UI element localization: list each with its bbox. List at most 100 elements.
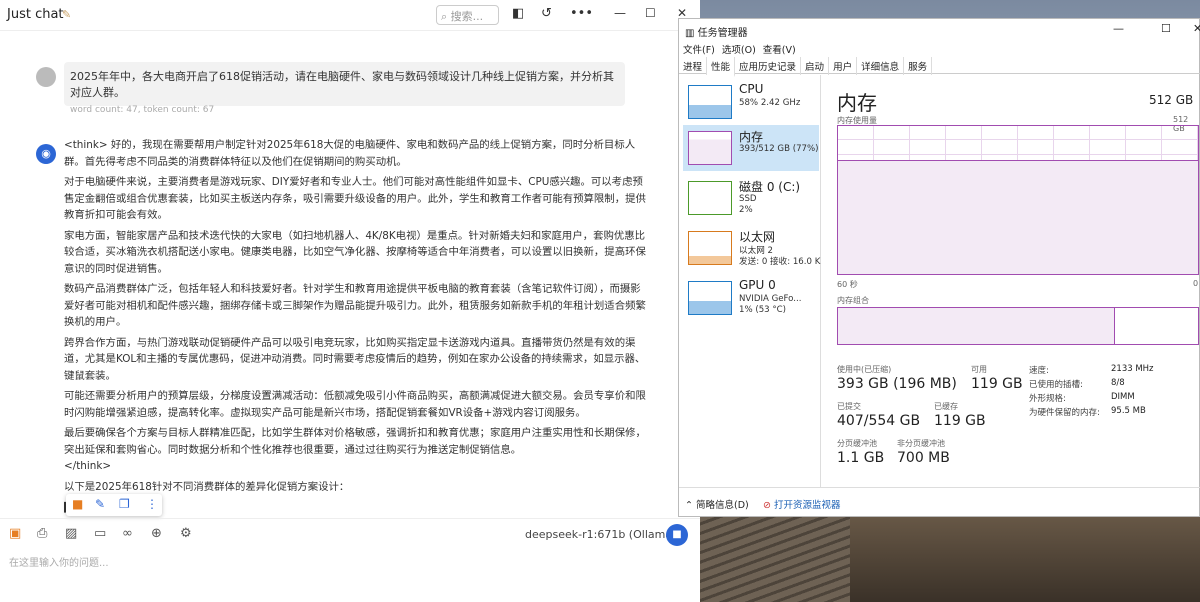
resource-memory[interactable]: 内存 393/512 GB (77%) <box>683 125 819 171</box>
resource-stat-2: 2% <box>739 205 753 215</box>
search-input[interactable]: ⌕ 搜索... <box>436 5 499 25</box>
composition-label: 内存组合 <box>837 296 869 305</box>
footer: ⌃ 简略信息(D) ⊘ 打开资源监视器 <box>679 487 1200 517</box>
tab-processes[interactable]: 进程 <box>679 57 708 75</box>
memory-thumbnail <box>688 131 732 165</box>
hw-reserved-label: 为硬件保留的内存: <box>1029 408 1100 418</box>
resource-stat: NVIDIA GeFo... <box>739 294 802 304</box>
resource-ethernet[interactable]: 以太网 以太网 2 发送: 0 接收: 16.0 K <box>683 225 820 271</box>
prompt-icon[interactable]: ▣ <box>9 526 21 541</box>
edit-title-icon[interactable]: ✎ <box>62 8 71 21</box>
folder-icon[interactable]: ▭ <box>94 526 106 541</box>
slots-label: 已使用的插槽: <box>1029 380 1083 390</box>
open-resource-monitor-link[interactable]: ⊘ 打开资源监视器 <box>763 497 841 511</box>
menu-view[interactable]: 查看(V) <box>763 45 796 56</box>
tab-startup[interactable]: 启动 <box>801 57 830 75</box>
committed-label: 已提交 <box>837 402 861 411</box>
menu-options[interactable]: 选项(O) <box>722 45 756 56</box>
slots-value: 8/8 <box>1111 378 1125 388</box>
bot-paragraph: 最后要确保各个方案与目标人群精准匹配，比如学生群体对价格敏感，强调折扣和教育优惠… <box>64 427 646 472</box>
resource-name: 磁盘 0 (C:) <box>739 180 801 194</box>
tab-app-history[interactable]: 应用历史记录 <box>735 57 802 75</box>
resource-name: GPU 0 <box>739 278 776 292</box>
bot-message: <think> 好的，我现在需要帮用户制定针对2025年618大促的电脑硬件、家… <box>64 137 646 522</box>
tm-maximize-icon[interactable]: ☐ <box>1161 22 1171 35</box>
nonpaged-pool-label: 非分页缓冲池 <box>897 439 945 448</box>
model-name: deepseek-r1:671b (Ollama) <box>525 528 677 541</box>
bot-paragraph: 可能还需要分析用户的预算层级，分梯度设置满减活动：低额减免吸引小件商品购买，高额… <box>64 390 646 419</box>
file-icon[interactable]: ⎙ <box>37 526 47 541</box>
link-icon[interactable]: ∞ <box>122 526 133 541</box>
memory-composition-bar <box>837 307 1199 345</box>
in-use-value: 393 GB (196 MB) <box>837 376 957 392</box>
wallpaper-boardwalk <box>700 516 850 602</box>
bot-paragraph: 对于电脑硬件来说，主要消费者是游戏玩家、DIY爱好者和专业人士。他们可能对高性能… <box>64 176 646 221</box>
available-value: 119 GB <box>971 376 1023 392</box>
edit-icon[interactable]: ✎ <box>95 497 105 511</box>
resource-cpu[interactable]: CPU 58% 2.42 GHz <box>683 79 819 125</box>
stop-icon[interactable]: ■ <box>72 497 83 511</box>
settings-icon[interactable]: ⚙ <box>180 526 192 541</box>
bot-paragraph: 数码产品消费群体广泛，包括年轻人和科技爱好者。针对学生和教育用途提供平板电脑的教… <box>64 283 646 328</box>
resource-name: 以太网 <box>739 230 776 244</box>
chat-input[interactable]: 在这里输入你的问题... <box>9 554 109 569</box>
image-icon[interactable]: ▨ <box>65 526 77 541</box>
ethernet-thumbnail <box>688 231 732 265</box>
memory-usage-fill <box>838 160 1198 274</box>
resource-stat-2: 1% (53 °C) <box>739 305 787 315</box>
fewer-details-button[interactable]: ⌃ 简略信息(D) <box>685 497 749 511</box>
chat-window: Just chat ✎ ⌕ 搜索... ◧ ↺ ••• — ☐ ✕ 2025年年… <box>0 0 700 602</box>
tm-close-icon[interactable]: ✕ <box>1193 22 1200 35</box>
input-divider <box>0 518 700 519</box>
resource-stat: 58% 2.42 GHz <box>739 98 801 108</box>
tab-details[interactable]: 详细信息 <box>857 57 905 75</box>
speed-label: 速度: <box>1029 366 1049 376</box>
minimize-icon[interactable]: — <box>614 6 626 20</box>
tab-services[interactable]: 服务 <box>904 57 933 75</box>
search-placeholder: 搜索... <box>450 10 484 23</box>
form-factor-value: DIMM <box>1111 392 1135 402</box>
paged-pool-value: 1.1 GB <box>837 450 885 466</box>
stop-generation-button[interactable]: ■ <box>666 524 688 546</box>
resource-monitor-icon: ⊘ <box>763 500 771 511</box>
menu-file[interactable]: 文件(F) <box>683 45 715 56</box>
graph-time-left: 60 秒 <box>837 280 858 289</box>
window-title-text: 任务管理器 <box>697 28 748 39</box>
resource-gpu[interactable]: GPU 0 NVIDIA GeFo... 1% (53 °C) <box>683 275 819 321</box>
maximize-icon[interactable]: ☐ <box>645 6 656 20</box>
bot-paragraph: <think> 好的，我现在需要帮用户制定针对2025年618大促的电脑硬件、家… <box>64 139 636 168</box>
memory-usage-graph <box>837 125 1199 275</box>
resource-list: CPU 58% 2.42 GHz 内存 393/512 GB (77%) 磁盘 … <box>679 75 821 487</box>
history-icon[interactable]: ↺ <box>541 6 552 21</box>
cached-value: 119 GB <box>934 413 986 429</box>
graph-time-right: 0 <box>1193 279 1199 288</box>
more-actions-icon[interactable]: ⋮ <box>146 497 158 511</box>
menu-bar: 文件(F) 选项(O) 查看(V) <box>683 42 803 56</box>
more-icon[interactable]: ••• <box>570 6 593 21</box>
fewer-details-label: 简略信息(D) <box>695 500 749 511</box>
gpu-thumbnail <box>688 281 732 315</box>
resource-stat: 393/512 GB (77%) <box>739 144 819 154</box>
web-icon[interactable]: ⊕ <box>151 526 162 541</box>
layout-toggle-icon[interactable]: ◧ <box>512 6 524 21</box>
paged-pool-label: 分页缓冲池 <box>837 439 877 448</box>
copy-icon[interactable]: ❐ <box>119 497 130 511</box>
tab-bar: 进程 性能 应用历史记录 启动 用户 详细信息 服务 <box>679 57 1200 77</box>
speed-value: 2133 MHz <box>1111 364 1154 374</box>
disk-thumbnail <box>688 181 732 215</box>
resource-name: CPU <box>739 82 764 96</box>
model-select[interactable]: deepseek-r1:671b (Ollama) ⇕ <box>525 528 689 541</box>
tm-minimize-icon[interactable]: — <box>1113 22 1124 35</box>
resource-disk[interactable]: 磁盘 0 (C:) SSD 2% <box>683 175 819 221</box>
committed-value: 407/554 GB <box>837 413 921 429</box>
tab-users[interactable]: 用户 <box>829 57 858 75</box>
cached-label: 已缓存 <box>934 402 958 411</box>
bot-paragraph: 跨界合作方面，与热门游戏联动促销硬件产品可以吸引电竞玩家，比如购买指定显卡送游戏… <box>64 336 646 382</box>
bot-avatar: ◉ <box>36 144 56 164</box>
user-message-text: 2025年年中，各大电商开启了618促销活动，请在电脑硬件、家电与数码领域设计几… <box>70 70 614 99</box>
bot-paragraph: 家电方面，智能家居产品和技术迭代快的大家电（如扫地机器人、4K/8K电视）是重点… <box>64 229 646 275</box>
memory-total: 512 GB <box>1149 93 1194 107</box>
hw-reserved-value: 95.5 MB <box>1111 406 1146 416</box>
tab-performance[interactable]: 性能 <box>707 57 736 77</box>
composition-used <box>838 308 1116 344</box>
